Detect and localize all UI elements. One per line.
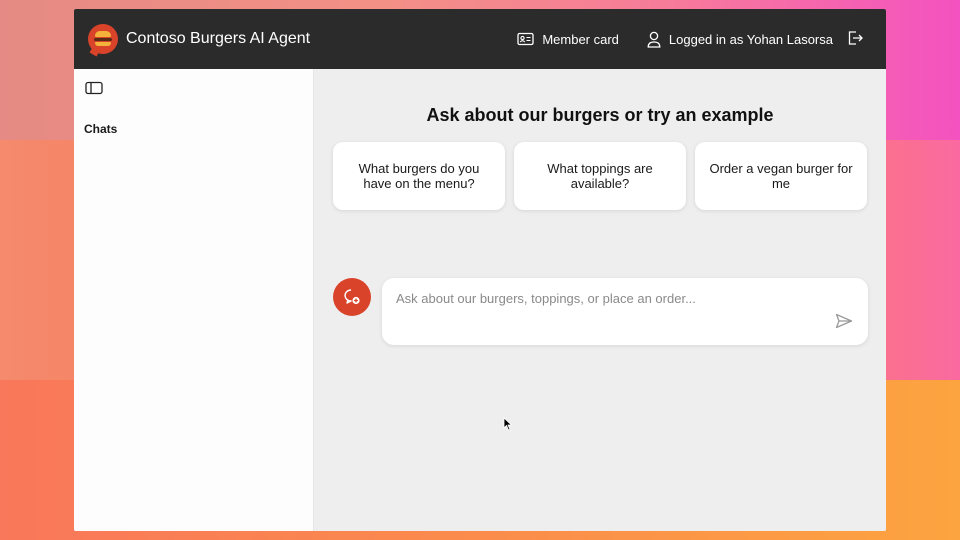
page-title: Ask about our burgers or try an example <box>426 105 774 125</box>
send-button[interactable] <box>834 311 854 331</box>
send-icon <box>835 313 853 329</box>
chats-heading: Chats <box>84 122 118 136</box>
new-chat-icon <box>344 289 360 305</box>
example-prompt-card[interactable]: Order a vegan burger for me <box>695 142 867 210</box>
example-prompts: What burgers do you have on the menu? Wh… <box>333 142 867 210</box>
example-prompt-label: What toppings are available? <box>547 161 653 191</box>
card-icon <box>517 32 534 46</box>
user-icon <box>647 31 661 48</box>
brand[interactable]: Contoso Burgers AI Agent <box>88 24 311 57</box>
sidebar-toggle-button[interactable] <box>85 81 103 100</box>
logged-in-label: Logged in as Yohan Lasorsa <box>668 31 833 47</box>
chat-main: Ask about our burgers or try an example … <box>314 69 886 531</box>
app-window: Contoso Burgers AI Agent Member card Log… <box>74 9 886 531</box>
logout-icon <box>848 30 863 45</box>
user-status[interactable]: Logged in as Yohan Lasorsa <box>647 31 833 48</box>
sidebar-toggle-icon <box>85 81 103 95</box>
top-bar: Contoso Burgers AI Agent Member card Log… <box>74 9 886 69</box>
header-nav: Member card Logged in as Yohan Lasorsa <box>489 30 864 49</box>
chat-input[interactable] <box>396 291 816 311</box>
example-prompt-card[interactable]: What toppings are available? <box>514 142 686 210</box>
example-prompt-label: What burgers do you have on the menu? <box>358 161 480 191</box>
sidebar: Chats <box>74 69 314 531</box>
new-chat-button[interactable] <box>333 278 371 316</box>
member-card-link[interactable]: Member card <box>517 32 619 47</box>
chat-input-container <box>382 278 868 345</box>
example-prompt-card[interactable]: What burgers do you have on the menu? <box>333 142 505 210</box>
member-card-label: Member card <box>542 31 619 47</box>
logout-button[interactable] <box>847 30 864 49</box>
example-prompt-label: Order a vegan burger for me <box>709 161 853 191</box>
app-title: Contoso Burgers AI Agent <box>126 30 311 47</box>
mouse-cursor-icon <box>503 417 513 431</box>
burger-logo-icon <box>88 24 118 57</box>
